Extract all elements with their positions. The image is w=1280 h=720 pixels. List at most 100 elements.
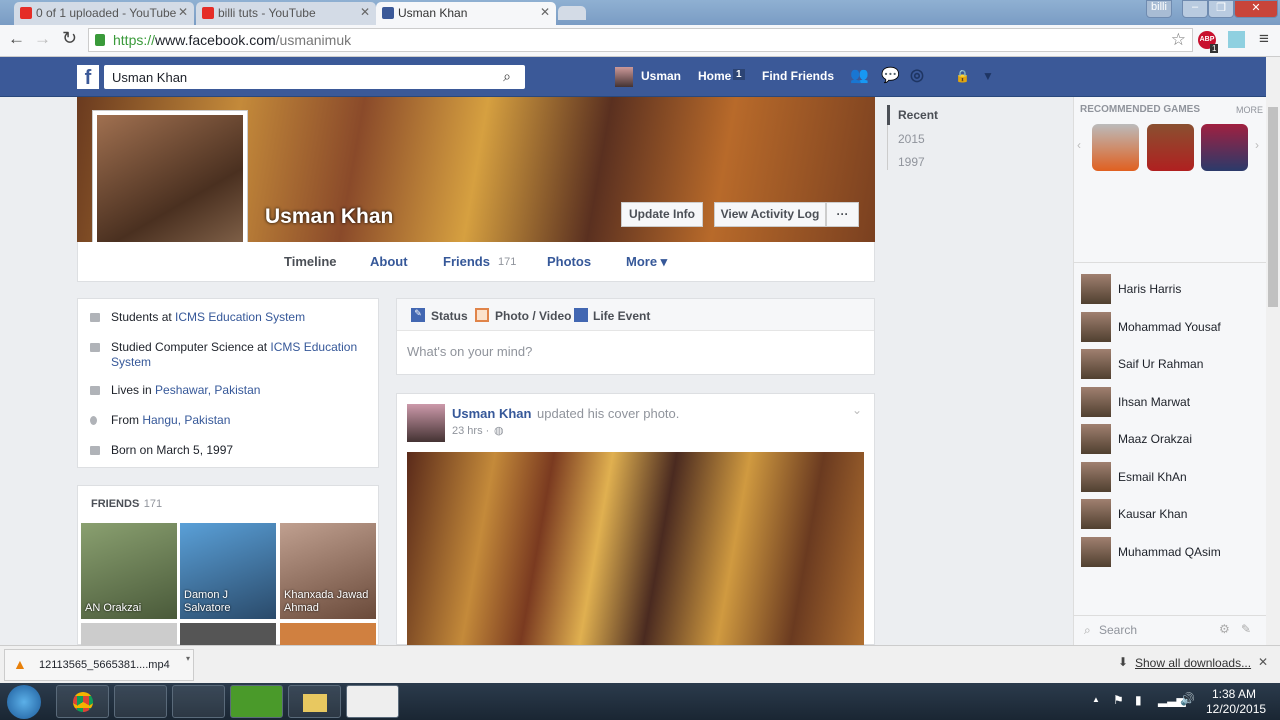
search-input[interactable]: Usman Khan ⌕ [104,65,525,89]
friends-card-title[interactable]: FRIENDS [91,498,139,510]
new-tab-button[interactable] [558,6,586,20]
tab-about[interactable]: About [370,254,408,269]
taskbar-chrome[interactable] [56,685,109,718]
friend-tile[interactable]: Damon J Salvatore [180,523,276,619]
friend-tile[interactable]: Khanxada Jawad Ahmad [280,523,376,619]
volume-icon[interactable]: 🔊 [1180,692,1195,706]
chevron-right-icon[interactable]: › [1255,138,1259,152]
composer-status-tab[interactable]: Status [431,309,468,323]
youtube-icon [202,7,214,19]
messages-icon[interactable]: 💬 [881,66,900,84]
timeline-nav-1997[interactable]: 1997 [898,155,925,169]
chat-contact[interactable]: Mohammad Yousaf [1081,312,1261,342]
close-downloads-icon[interactable]: ✕ [1258,655,1268,669]
taskbar-camtasia[interactable] [230,685,283,718]
account-dropdown-icon[interactable]: ▼ [982,69,994,83]
gear-icon[interactable]: ⚙ [1219,622,1230,636]
game-thumbnail[interactable] [1147,124,1194,171]
chat-contact[interactable]: Esmail KhAn [1081,462,1261,492]
post-photo[interactable] [407,452,864,645]
taskbar-explorer[interactable] [288,685,341,718]
close-tab-icon[interactable]: ✕ [360,5,370,19]
reload-icon[interactable]: ↻ [62,28,77,49]
intro-lives: Lives in Peshawar, Pakistan [111,383,261,397]
friend-requests-icon[interactable]: 👥 [850,66,869,84]
post-author-avatar[interactable] [407,404,445,442]
tab-friends[interactable]: Friends [443,254,490,269]
chat-contact[interactable]: Maaz Orakzai [1081,424,1261,454]
chat-contact[interactable]: Haris Harris [1081,274,1261,304]
chat-search-bar[interactable]: ⌕ Search ⚙ ✎ [1074,615,1266,645]
profile-badge[interactable]: billi [1146,0,1172,18]
back-icon[interactable]: ← [8,29,25,49]
lock-icon [95,34,105,46]
start-button[interactable] [7,685,41,719]
game-thumbnail[interactable] [1201,124,1248,171]
chat-contact[interactable]: Saif Ur Rahman [1081,349,1261,379]
post-timestamp[interactable]: 23 hrs · [452,425,489,437]
chat-contact[interactable]: Ihsan Marwat [1081,387,1261,417]
search-icon[interactable]: ⌕ [503,68,511,85]
chat-contact[interactable]: Muhammad QAsim [1081,537,1261,567]
tab-photos[interactable]: Photos [547,254,591,269]
friend-tile[interactable] [280,623,376,645]
view-activity-log-button[interactable]: View Activity Log [714,202,826,227]
composer-photo-tab[interactable]: Photo / Video [495,309,571,323]
avatar[interactable] [615,67,633,87]
download-dropdown-icon[interactable]: ▾ [186,654,190,663]
intro-link[interactable]: Peshawar, Pakistan [155,383,260,397]
close-tab-icon[interactable]: ✕ [540,5,550,19]
minimize-button[interactable]: – [1182,0,1208,18]
facebook-header: f Usman Khan ⌕ Usman Home 1 Find Friends … [0,57,1266,97]
chevron-left-icon[interactable]: ‹ [1077,138,1081,152]
notifications-globe-icon[interactable]: ◎ [910,65,924,85]
composer-life-event-tab[interactable]: Life Event [593,309,650,323]
post-options-chevron-icon[interactable]: ⌄ [852,403,862,417]
chat-contact[interactable]: Kausar Khan [1081,499,1261,529]
nav-profile-link[interactable]: Usman [641,69,681,83]
menu-icon[interactable]: ≡ [1259,29,1269,49]
tab-youtube-upload[interactable]: 0 of 1 uploaded - YouTube ✕ [14,2,194,25]
intro-link[interactable]: Hangu, Pakistan [142,413,230,427]
games-more-link[interactable]: MORE [1236,105,1263,115]
composer-input[interactable]: What's on your mind? [407,344,532,359]
restore-button[interactable]: ❐ [1208,0,1234,18]
power-icon[interactable]: ▮ [1135,693,1142,707]
timeline-nav-recent[interactable]: Recent [898,108,938,122]
close-window-button[interactable]: ✕ [1234,0,1278,18]
forward-icon[interactable]: → [34,29,51,49]
url-input[interactable]: https://www.facebook.com/usmanimuk ☆ [88,28,1193,52]
scrollbar[interactable] [1266,57,1280,645]
show-all-downloads-link[interactable]: Show all downloads... [1135,656,1251,670]
clock-time[interactable]: 1:38 AM [1212,687,1256,701]
tab-youtube-billi[interactable]: billi tuts - YouTube ✕ [196,2,376,25]
game-thumbnail[interactable] [1092,124,1139,171]
update-info-button[interactable]: Update Info [621,202,703,227]
post-author-link[interactable]: Usman Khan [452,406,531,421]
privacy-shortcuts-icon[interactable]: 🔒 [955,69,970,83]
friend-tile[interactable] [81,623,177,645]
tab-facebook[interactable]: Usman Khan ✕ [376,2,556,25]
more-options-button[interactable]: ··· [826,202,859,227]
extension-icon[interactable] [1228,31,1245,48]
friend-tile[interactable]: AN Orakzai [81,523,177,619]
tab-timeline[interactable]: Timeline [284,254,337,269]
download-item[interactable]: ▲ 12113565_5665381....mp4 ▾ [4,649,194,681]
chat-search-input[interactable]: Search [1099,623,1137,637]
clock-date[interactable]: 12/20/2015 [1206,702,1266,716]
taskbar-app-notes[interactable] [172,685,225,718]
timeline-nav-2015[interactable]: 2015 [898,132,925,146]
nav-find-friends-link[interactable]: Find Friends [762,69,834,83]
action-center-flag-icon[interactable]: ⚑ [1113,693,1124,707]
close-tab-icon[interactable]: ✕ [178,5,188,19]
intro-link[interactable]: ICMS Education System [175,310,305,324]
facebook-logo[interactable]: f [77,65,99,89]
nav-home-link[interactable]: Home [698,69,731,83]
friend-tile[interactable] [180,623,276,645]
compose-icon[interactable]: ✎ [1241,622,1251,636]
tray-expand-icon[interactable]: ▲ [1092,695,1100,704]
taskbar-app-cocktail[interactable] [114,685,167,718]
tab-more[interactable]: More ▾ [626,254,667,270]
taskbar-camtasia-recorder[interactable] [346,685,399,718]
bookmark-star-icon[interactable]: ☆ [1171,30,1186,50]
